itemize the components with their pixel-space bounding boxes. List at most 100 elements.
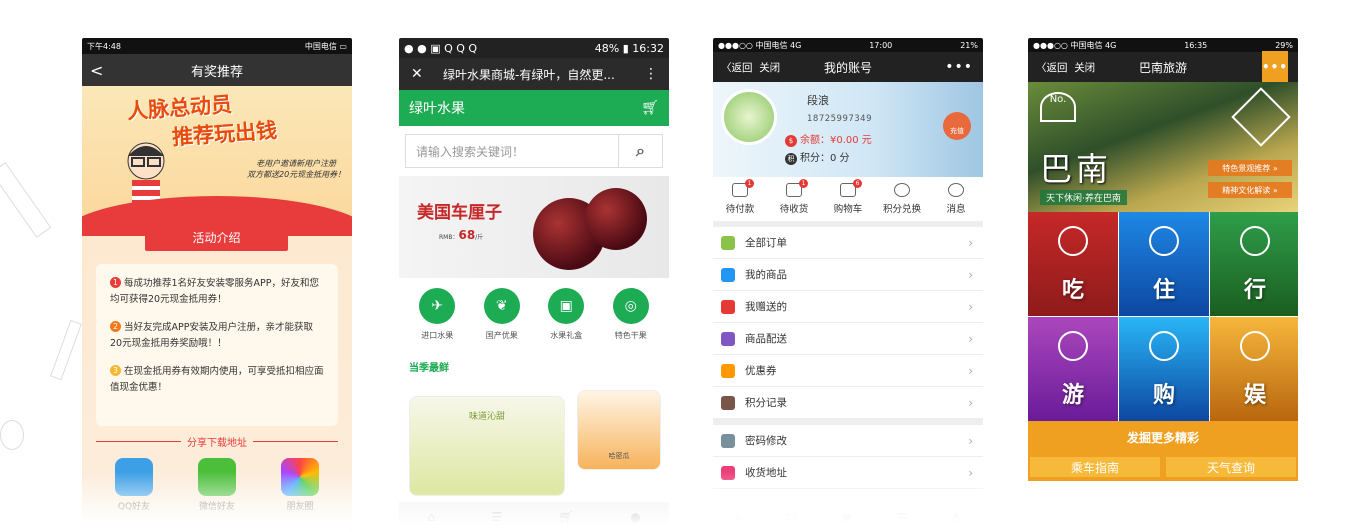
menu-coupons[interactable]: 优惠券 › — [713, 355, 983, 387]
chevron-right-icon: › — [968, 395, 973, 410]
menu-points-log[interactable]: 积分记录 › — [713, 387, 983, 419]
promo-banner: 人脉总动员 推荐玩出钱 老用户邀请新用户注册 双方都送20元现金抵用券！ — [82, 86, 352, 236]
page-title: 有奖推荐 — [190, 64, 243, 80]
box-icon[interactable]: ▣ — [841, 511, 852, 525]
tile-shop[interactable]: 购 — [1119, 317, 1209, 421]
money-icon: $ — [785, 135, 797, 147]
category-grid: 吃 住 行 游 购 娱 — [1028, 212, 1298, 421]
close-icon[interactable]: ✕ — [411, 66, 423, 82]
menu-gifted[interactable]: 我赠送的 › — [713, 291, 983, 323]
user-phone: 18725997349 — [807, 114, 872, 124]
menu-my-products[interactable]: 我的商品 › — [713, 259, 983, 291]
cart-icon[interactable]: 🛒︎ — [641, 100, 659, 116]
messages[interactable]: 消息 — [929, 183, 983, 215]
hotel-icon — [1149, 226, 1179, 256]
mountain-icon — [1231, 87, 1291, 147]
logo: No. — [1040, 92, 1076, 122]
home-icon[interactable]: ⌂ — [427, 510, 435, 524]
culture-link[interactable]: 精神文化解读 » — [1208, 182, 1292, 198]
message-icon — [948, 183, 964, 197]
rule-item: 3 在现金抵用券有效期内使用，可享受抵扣相应面值现金优惠！ — [110, 365, 324, 393]
share-title: 分享下载地址 — [96, 434, 338, 449]
tile-travel[interactable]: 行 — [1210, 212, 1298, 316]
tile-stay[interactable]: 住 — [1119, 212, 1209, 316]
cherry-image — [585, 188, 647, 250]
banner-title: 美国车厘子 — [417, 203, 502, 223]
tile-fun[interactable]: 娱 — [1210, 317, 1298, 421]
wechat-share-icon[interactable] — [198, 458, 236, 496]
user-icon[interactable]: ● — [630, 510, 640, 524]
bus-guide-button[interactable]: 乘车指南 — [1030, 457, 1160, 477]
moments-share-icon[interactable] — [281, 458, 319, 496]
menu-all-orders[interactable]: 全部订单 › — [713, 227, 983, 259]
account-menu: 全部订单 › 我的商品 › 我赠送的 › 商品配送 › 优惠券 › 积分记录 › 密码修改 ›… — [713, 227, 983, 489]
shop-title: 绿叶水果 — [409, 101, 465, 117]
home-icon[interactable]: ⌂ — [735, 511, 743, 525]
category-giftbox[interactable]: ▣ 水果礼盒 — [548, 288, 585, 341]
status-bar: 下午4:48 中国电信 ▭ — [82, 38, 352, 54]
menu-address[interactable]: 收货地址 › — [713, 457, 983, 489]
chevron-right-icon: › — [968, 299, 973, 314]
points-exchange[interactable]: 积分兑换 — [875, 183, 929, 215]
category-row: ✈ 进口水果 ❦ 国产优果 ▣ 水果礼盒 ◎ 特色干果 — [399, 278, 669, 341]
recharge-button[interactable]: 充值 — [943, 112, 971, 140]
nav-bar: ✕ 绿叶水果商城-有绿叶，自然更... ⋮ — [399, 58, 669, 90]
back-button[interactable]: 〈返回 — [1036, 62, 1068, 74]
cart-icon[interactable]: 🛒︎ — [559, 510, 574, 524]
order-pending-pay[interactable]: 1 待付款 — [713, 179, 767, 215]
menu-delivery[interactable]: 商品配送 › — [713, 323, 983, 355]
list-icon[interactable]: ☰ — [491, 510, 502, 524]
activity-intro-button[interactable]: 活动介绍 — [145, 223, 288, 251]
nav-bar: 〈返回 关闭 巴南旅游 ••• — [1028, 51, 1298, 83]
bag-icon[interactable]: ▢ — [786, 511, 797, 525]
discover-more-title: 发掘更多精彩 — [1028, 421, 1298, 453]
pencil-doodle — [50, 319, 82, 381]
order-pending-receive[interactable]: 1 待收货 — [767, 179, 821, 215]
close-button[interactable]: 关闭 — [1074, 62, 1095, 74]
banner-price: RMB：68/斤 — [439, 228, 484, 242]
banner-note: 老用户邀请新用户注册 双方都送20元现金抵用券！ — [247, 159, 346, 179]
search-box: 请输入搜索关键词！ ⌕ — [405, 134, 663, 168]
qq-share-icon[interactable] — [115, 458, 153, 496]
back-button[interactable]: 〈返回 — [721, 62, 753, 74]
category-dried[interactable]: ◎ 特色干果 — [612, 288, 649, 341]
bus-icon — [1240, 226, 1270, 256]
leaf-icon: ❦ — [483, 288, 520, 324]
close-button[interactable]: 关闭 — [759, 62, 780, 74]
hero-title: 巴南 — [1040, 150, 1113, 188]
chevron-right-icon: › — [968, 267, 973, 282]
back-button[interactable]: < — [90, 61, 103, 80]
more-icon[interactable]: ⋮ — [644, 66, 659, 82]
more-icon[interactable]: ••• — [945, 59, 973, 75]
cherry-banner[interactable]: 美国车厘子 RMB：68/斤 — [399, 176, 669, 278]
search-input[interactable]: 请输入搜索关键词！ — [406, 143, 618, 160]
tourism-phone: ●●●○○ 中国电信 4G 16:35 29% 〈返回 关闭 巴南旅游 ••• … — [1028, 38, 1298, 532]
more-icon[interactable]: ••• — [1261, 51, 1288, 83]
scenery-link[interactable]: 特色景观推荐 » — [1208, 160, 1292, 176]
bird-doodle — [0, 420, 24, 450]
search-icon[interactable]: ⌕ — [618, 135, 662, 167]
nav-bar: < 有奖推荐 — [82, 54, 352, 86]
rules-card: 1 每成功推荐1名好友安装零服务APP，好友和您均可获得20元现金抵用券！ 2 当好… — [96, 264, 338, 426]
product-card[interactable]: 哈密瓜 — [577, 390, 661, 470]
list-icon[interactable]: ☰ — [896, 511, 907, 525]
profile-header: 段浪 18725997349 $ 余额：¥0.00 元 积积分：0 分 充值 — [713, 82, 983, 177]
tile-eat[interactable]: 吃 — [1028, 212, 1118, 316]
weather-button[interactable]: 天气查询 — [1166, 457, 1296, 477]
shopping-cart[interactable]: 6 购物车 — [821, 179, 875, 215]
page-title: 绿叶水果商城-有绿叶，自然更... — [443, 67, 615, 82]
plane-icon: ✈ — [419, 288, 456, 324]
status-bar: ●●●○○ 中国电信 4G 17:00 21% — [713, 38, 983, 52]
product-card[interactable]: 味道沁甜 — [409, 396, 565, 496]
balance: $ 余额：¥0.00 元 — [785, 131, 872, 147]
menu-change-password[interactable]: 密码修改 › — [713, 425, 983, 457]
tile-tour[interactable]: 游 — [1028, 317, 1118, 421]
user-icon[interactable]: ♙ — [950, 511, 961, 525]
rule-item: 2 当好友完成APP安装及用户注册，亲才能获取20元现金抵用券奖励哦！！ — [110, 321, 313, 349]
nut-icon: ◎ — [612, 288, 649, 324]
food-icon — [1058, 226, 1088, 256]
avatar[interactable] — [721, 89, 777, 145]
category-domestic[interactable]: ❦ 国产优果 — [483, 288, 520, 341]
cart-icon — [1149, 331, 1179, 361]
category-imported[interactable]: ✈ 进口水果 — [419, 288, 456, 341]
